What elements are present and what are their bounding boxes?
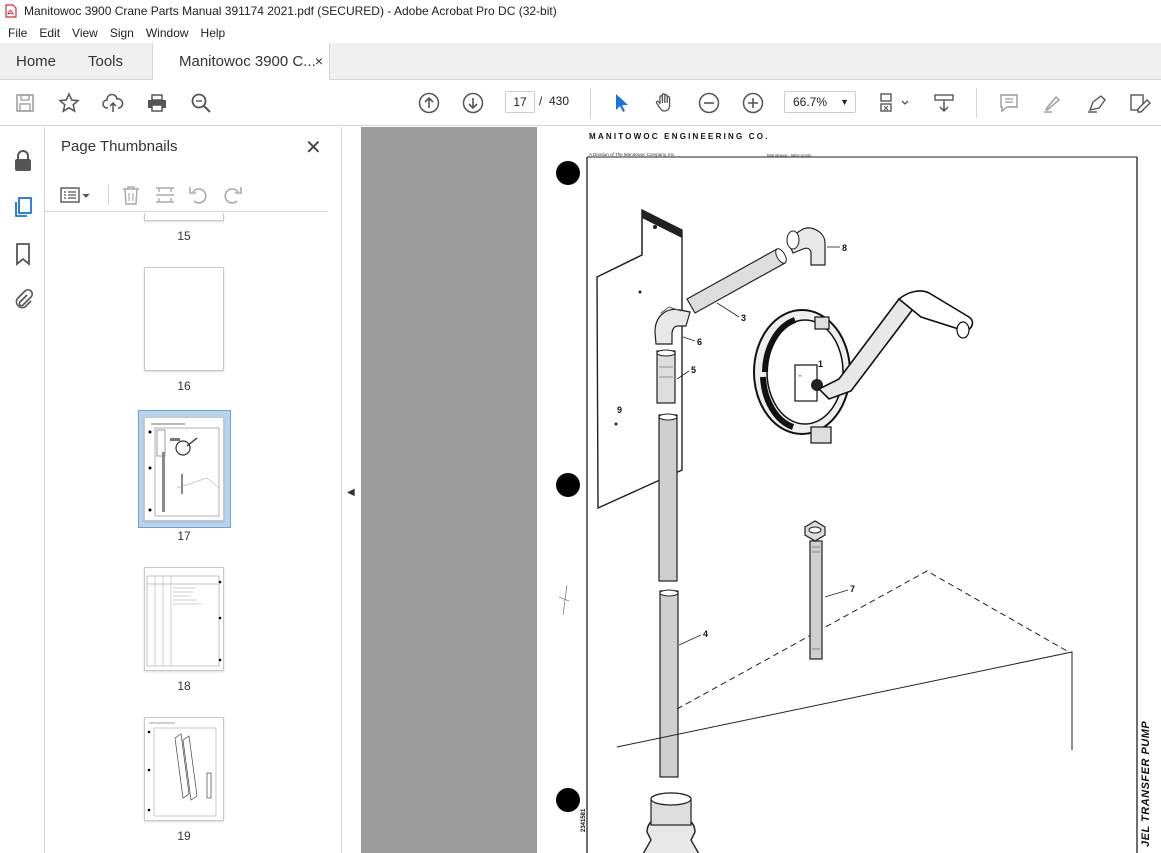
hand-icon[interactable]: [653, 91, 677, 115]
page-header: MANITOWOC ENGINEERING CO.: [589, 132, 770, 141]
acrobat-logo-icon: [5, 4, 17, 18]
zoom-level-select[interactable]: 66.7% ▼: [784, 91, 856, 113]
next-page-icon[interactable]: [461, 91, 485, 115]
callout-7: 3: [741, 313, 746, 323]
window-title: Manitowoc 3900 Crane Parts Manual 391174…: [24, 4, 557, 18]
thumbnail-drawing: [148, 423, 220, 517]
prev-page-icon[interactable]: [417, 91, 441, 115]
menu-view[interactable]: View: [66, 26, 104, 40]
save-icon[interactable]: [13, 91, 37, 115]
thumbnail-label: 17: [177, 529, 191, 543]
zoom-in-icon[interactable]: [741, 91, 765, 115]
callout-1: 1: [818, 359, 823, 369]
find-icon[interactable]: [189, 91, 213, 115]
menu-help[interactable]: Help: [195, 26, 232, 40]
menu-file[interactable]: File: [2, 26, 33, 40]
attachments-icon[interactable]: [11, 288, 35, 312]
tab-tools[interactable]: Tools: [88, 43, 123, 80]
callout-3: 7: [850, 584, 855, 594]
tab-bar: Home Tools Manitowoc 3900 C... ×: [0, 43, 1161, 80]
callout-4: 4: [703, 629, 708, 639]
callout-5: 5: [691, 365, 696, 375]
thumbnail-page[interactable]: [144, 267, 224, 371]
thumbnail-toolbar: [45, 177, 328, 212]
delete-icon[interactable]: [119, 183, 143, 207]
callout-8: 8: [842, 243, 847, 253]
collapse-panel-icon[interactable]: ◀: [347, 487, 355, 498]
pdf-page: MANITOWOC ENGINEERING CO. A Division of …: [537, 127, 1161, 853]
menu-edit[interactable]: Edit: [33, 26, 66, 40]
page-fit-icon[interactable]: [876, 91, 912, 115]
menu-window[interactable]: Window: [140, 26, 195, 40]
menu-sign[interactable]: Sign: [104, 26, 140, 40]
page-number-input[interactable]: 17: [505, 91, 535, 113]
window-title-bar: Manitowoc 3900 Crane Parts Manual 391174…: [0, 0, 1161, 22]
toolbar-divider: [590, 88, 591, 118]
toolbar-divider: [976, 88, 977, 118]
options-menu-icon[interactable]: [59, 183, 91, 207]
tab-document-label: Manitowoc 3900 C...: [179, 53, 316, 70]
rotate-left-icon[interactable]: [187, 183, 211, 207]
thumbnail-page-selected[interactable]: [144, 417, 224, 521]
rotate-right-icon[interactable]: [220, 183, 244, 207]
thumbnail-label: 18: [177, 679, 191, 693]
page-thumbnails-panel: Page Thumbnails ✕ 15 16 17 18 19: [45, 127, 380, 853]
bookmarks-icon[interactable]: [11, 242, 35, 266]
bookmark-star-icon[interactable]: [57, 91, 81, 115]
thumbnail-label: 16: [177, 379, 191, 393]
lock-icon[interactable]: [11, 149, 35, 173]
thumbnail-page[interactable]: [144, 717, 224, 821]
scroll-mode-icon[interactable]: [932, 91, 956, 115]
tab-document[interactable]: Manitowoc 3900 C... ×: [152, 43, 330, 80]
page-side-title: JEL TRANSFER PUMP: [1140, 721, 1152, 847]
page-side-number: 2341581: [581, 808, 587, 832]
upload-icon[interactable]: [101, 91, 125, 115]
page-separator: /: [539, 94, 543, 108]
toolbar-divider: [108, 185, 109, 205]
parts-drawing: MANITOWOC ENGINEERING CO. A Division of …: [556, 132, 1152, 853]
comment-icon[interactable]: [997, 91, 1021, 115]
thumbnail-list: 15 16 17 18 19: [45, 213, 318, 853]
zoom-out-icon[interactable]: [697, 91, 721, 115]
panel-title: Page Thumbnails: [61, 138, 178, 155]
sign-icon[interactable]: [1085, 91, 1109, 115]
zoom-level-value: 66.7%: [793, 95, 828, 109]
menu-bar: File Edit View Sign Window Help: [0, 22, 1161, 43]
thumbnail-drawing: [147, 722, 217, 817]
tab-home[interactable]: Home: [16, 43, 56, 80]
callout-9: 9: [617, 405, 622, 415]
chevron-down-icon: ▼: [840, 97, 849, 107]
page-subheader-left: A Division of The Manitowoc Company, Inc…: [589, 152, 675, 157]
thumbnail-label: 15: [177, 229, 191, 243]
tab-close-icon[interactable]: ×: [315, 53, 323, 69]
print-icon[interactable]: [145, 91, 169, 115]
extract-pages-icon[interactable]: [153, 183, 177, 207]
total-pages: 430: [549, 94, 570, 108]
callout-6: 6: [697, 337, 702, 347]
close-icon[interactable]: ✕: [305, 135, 322, 160]
thumbnail-label: 19: [177, 829, 191, 843]
highlight-icon[interactable]: [1040, 91, 1064, 115]
thumbnail-page[interactable]: [144, 213, 224, 221]
page-thumbnails-icon[interactable]: [11, 195, 35, 219]
main-toolbar: 17 / 430 66.7% ▼: [0, 80, 1161, 126]
edit-pdf-icon[interactable]: [1128, 91, 1152, 115]
thumbnail-page[interactable]: [144, 567, 224, 671]
select-cursor-icon[interactable]: [609, 91, 633, 115]
thumbnail-drawing: [146, 575, 222, 667]
left-navigation-rail: [0, 127, 45, 853]
